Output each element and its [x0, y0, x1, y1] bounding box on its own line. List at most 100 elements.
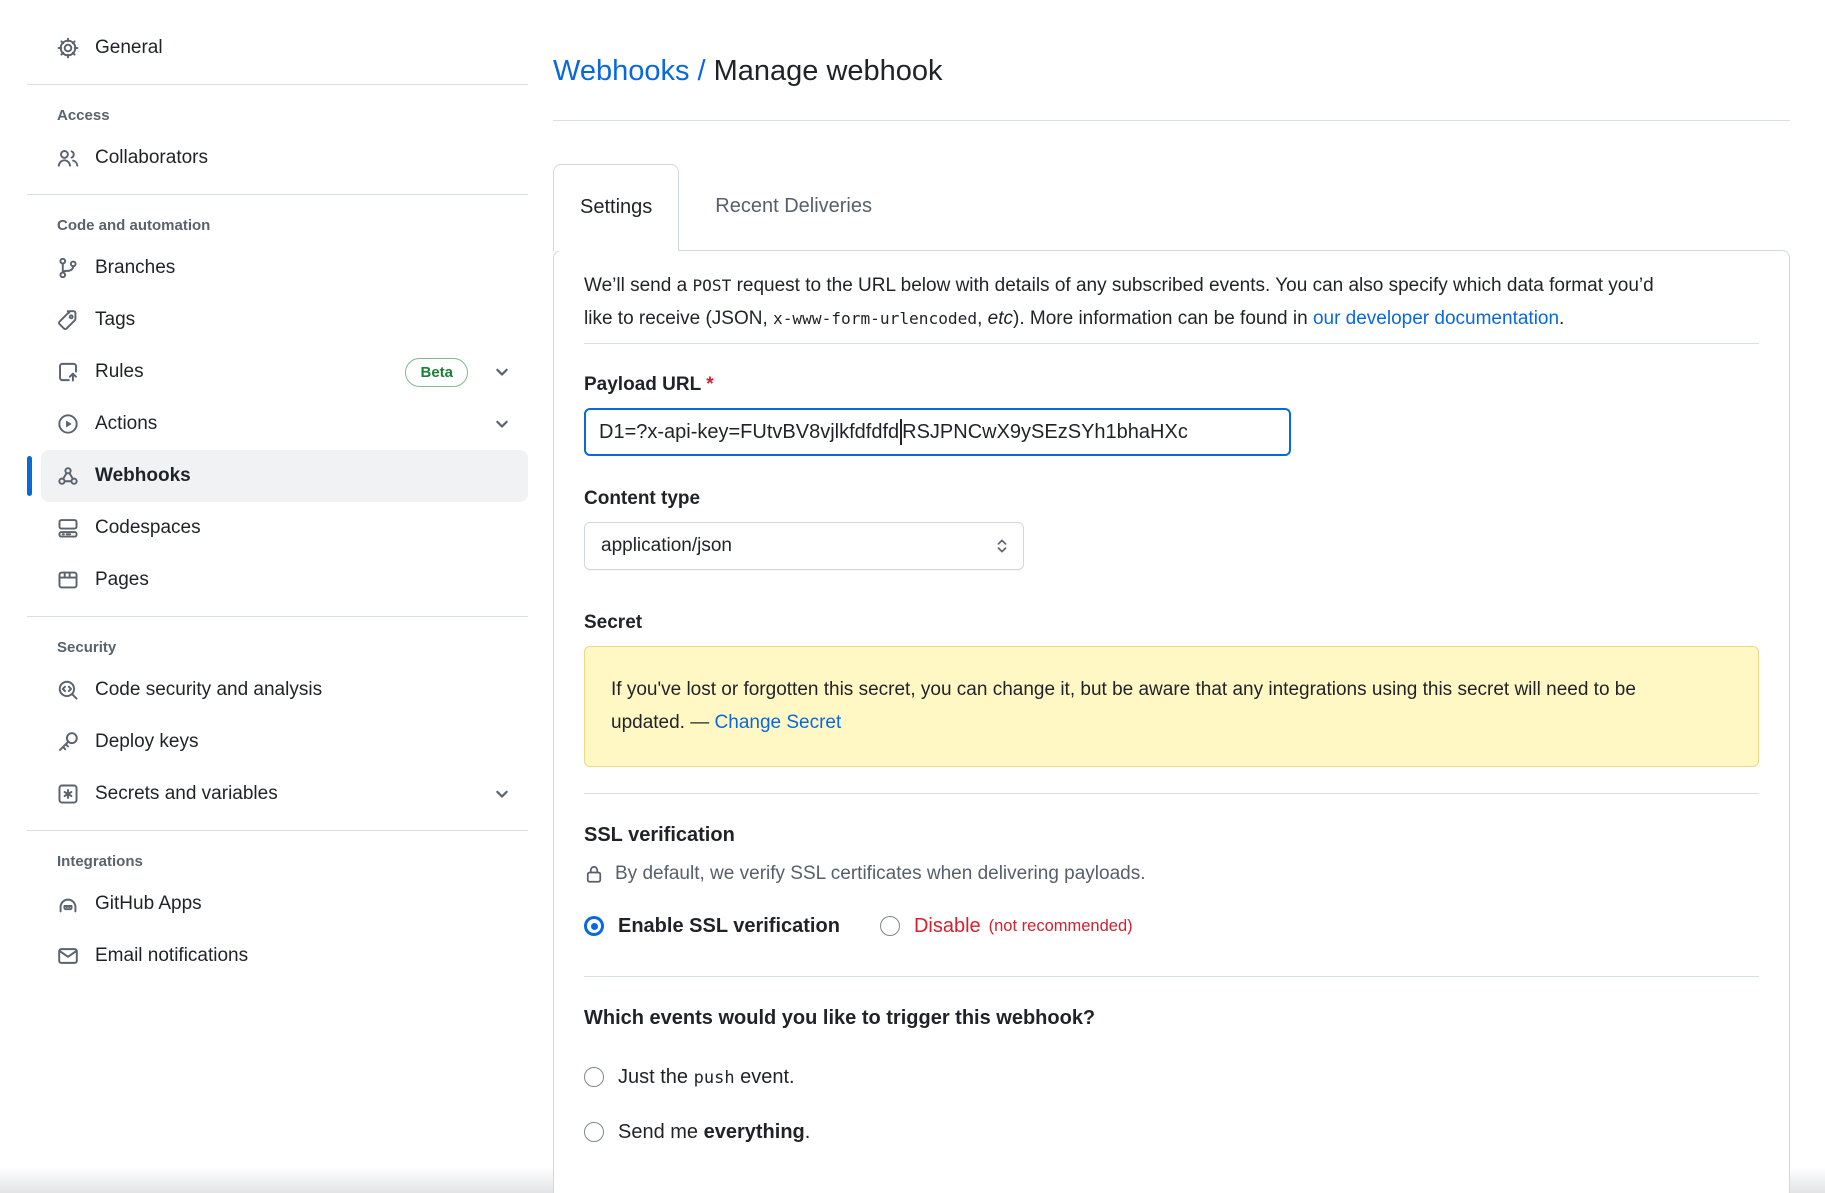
lock-icon — [584, 864, 604, 884]
payload-url-input[interactable]: D1=?x-api-key=FUtvBV8vjlkfdfdfdRSJPNCwX9… — [584, 408, 1291, 456]
secret-warning-text: If you've lost or forgotten this secret,… — [611, 673, 1661, 740]
tab-bar: Settings Recent Deliveries — [553, 164, 1790, 250]
sidebar-item-label: Rules — [95, 361, 144, 383]
gear-icon — [57, 37, 79, 59]
sidebar-item-label: Actions — [95, 413, 157, 435]
sidebar-item-label: Codespaces — [95, 517, 201, 539]
ssl-note-text: By default, we verify SSL certificates w… — [615, 863, 1146, 885]
sidebar-item-actions[interactable]: Actions — [41, 398, 528, 450]
chevron-down-icon — [492, 362, 512, 382]
divider — [584, 793, 1759, 794]
send-everything-radio[interactable] — [584, 1122, 604, 1142]
tag-icon — [57, 309, 79, 331]
sidebar-section-integrations: Integrations — [57, 853, 512, 870]
sidebar-item-pages[interactable]: Pages — [41, 554, 528, 606]
github-apps-icon — [57, 893, 79, 915]
sidebar-item-code-security[interactable]: Code security and analysis — [41, 664, 528, 716]
sidebar-item-label: Email notifications — [95, 945, 248, 967]
main-content: Webhooks /Manage webhook Settings Recent… — [528, 0, 1825, 1193]
everything-bold: everything — [704, 1121, 805, 1143]
intro-paragraph: We’ll send a POST request to the URL bel… — [584, 269, 1674, 336]
payload-url-value-before-cursor: D1=?x-api-key=FUtvBV8vjlkfdfdfd — [599, 421, 899, 444]
sidebar-item-label: Branches — [95, 257, 175, 279]
secret-label: Secret — [584, 612, 1759, 634]
urlencoded-code: x-www-form-urlencoded — [773, 309, 977, 328]
enable-ssl-radio[interactable] — [584, 916, 604, 936]
intro-text: , — [977, 308, 988, 329]
divider — [584, 976, 1759, 977]
etc-italic: etc — [988, 308, 1013, 329]
disable-ssl-note: (not recommended) — [989, 917, 1133, 936]
sidebar-item-rules[interactable]: Rules Beta — [41, 346, 528, 398]
mail-icon — [57, 945, 79, 967]
breadcrumb-webhooks-link[interactable]: Webhooks / — [553, 55, 706, 87]
browser-icon — [57, 569, 79, 591]
divider — [27, 830, 528, 831]
webhook-icon — [57, 465, 79, 487]
event-option-push: Just the push event. — [584, 1066, 1759, 1089]
change-secret-link[interactable]: Change Secret — [715, 712, 842, 733]
sidebar-item-label: General — [95, 37, 163, 59]
codescan-icon — [57, 679, 79, 701]
sidebar-item-codespaces[interactable]: Codespaces — [41, 502, 528, 554]
sidebar-item-collaborators[interactable]: Collaborators — [41, 132, 528, 184]
divider — [27, 616, 528, 617]
sidebar-item-deploy-keys[interactable]: Deploy keys — [41, 716, 528, 768]
chevron-down-icon — [492, 784, 512, 804]
payload-url-label-text: Payload URL — [584, 374, 701, 395]
sidebar-section-code-and-automation: Code and automation — [57, 217, 512, 234]
people-icon — [57, 147, 79, 169]
page-title: Webhooks /Manage webhook — [553, 19, 1790, 120]
sidebar-section-access: Access — [57, 107, 512, 124]
intro-text: We’ll send a — [584, 275, 692, 296]
ssl-verification-heading: SSL verification — [584, 824, 1759, 847]
ssl-radio-group: Enable SSL verification Disable (not rec… — [584, 915, 1759, 938]
send-everything-label: Send me everything. — [618, 1121, 810, 1144]
required-asterisk: * — [706, 374, 713, 395]
sidebar-item-label: Collaborators — [95, 147, 208, 169]
just-push-text-end: event. — [735, 1066, 795, 1088]
push-code: push — [694, 1068, 735, 1088]
send-everything-text-end: . — [805, 1121, 811, 1143]
rules-icon — [57, 361, 79, 383]
tab-settings[interactable]: Settings — [553, 164, 679, 251]
webhook-settings-panel: We’ll send a POST request to the URL bel… — [553, 250, 1790, 1193]
secret-warning-box: If you've lost or forgotten this secret,… — [584, 646, 1759, 767]
content-type-label: Content type — [584, 488, 1759, 510]
just-push-radio[interactable] — [584, 1067, 604, 1087]
codespaces-icon — [57, 517, 79, 539]
divider — [27, 194, 528, 195]
sidebar-item-branches[interactable]: Branches — [41, 242, 528, 294]
sidebar-item-label: Secrets and variables — [95, 783, 278, 805]
selected-accent-bar — [27, 456, 32, 496]
intro-text: ). More information can be found in — [1013, 308, 1313, 329]
ssl-note: By default, we verify SSL certificates w… — [584, 863, 1759, 885]
git-branch-icon — [57, 257, 79, 279]
divider — [584, 343, 1759, 344]
send-everything-text: Send me — [618, 1121, 704, 1143]
sidebar-item-general[interactable]: General — [41, 22, 528, 74]
chevron-down-icon — [492, 414, 512, 434]
sidebar-item-tags[interactable]: Tags — [41, 294, 528, 346]
tab-recent-deliveries[interactable]: Recent Deliveries — [689, 164, 898, 250]
payload-url-label: Payload URL* — [584, 374, 1759, 396]
secrets-icon — [57, 783, 79, 805]
disable-ssl-radio[interactable] — [880, 916, 900, 936]
intro-text: . — [1559, 308, 1564, 329]
developer-documentation-link[interactable]: our developer documentation — [1313, 308, 1559, 329]
sidebar-item-github-apps[interactable]: GitHub Apps — [41, 878, 528, 930]
sidebar-item-email-notifications[interactable]: Email notifications — [41, 930, 528, 982]
content-type-selected-value: application/json — [601, 535, 732, 557]
sidebar-item-webhooks[interactable]: Webhooks — [41, 450, 528, 502]
sidebar-item-label: Tags — [95, 309, 135, 331]
page: General Access Collaborators Code and au… — [0, 0, 1825, 1193]
payload-url-value-after-cursor: RSJPNCwX9ySEzSYh1bhaHXc — [902, 421, 1188, 444]
content-type-select[interactable]: application/json — [584, 522, 1024, 570]
settings-sidebar: General Access Collaborators Code and au… — [0, 0, 528, 1193]
sidebar-item-label: Deploy keys — [95, 731, 199, 753]
sidebar-item-label: GitHub Apps — [95, 893, 202, 915]
disable-ssl-label: Disable — [914, 915, 981, 938]
sidebar-item-secrets-and-variables[interactable]: Secrets and variables — [41, 768, 528, 820]
sidebar-item-label: Code security and analysis — [95, 679, 322, 701]
sidebar-section-security: Security — [57, 639, 512, 656]
